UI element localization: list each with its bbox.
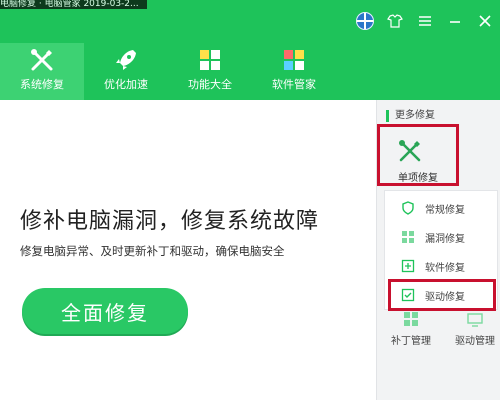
repair-submenu: 常规修复 漏洞修复 软件修复 驱动修复: [384, 190, 498, 311]
grid-icon: [200, 50, 220, 70]
management-row: 补丁管理 驱动管理: [388, 310, 498, 350]
menu-item-label: 软件修复: [425, 262, 465, 274]
minimize-icon[interactable]: [446, 12, 464, 30]
check-box-icon: [401, 288, 415, 302]
tab-features[interactable]: 功能大全: [168, 43, 252, 100]
menu-item-vulnerability-repair[interactable]: 漏洞修复: [391, 224, 493, 250]
full-repair-button[interactable]: 全面修复: [22, 288, 188, 334]
close-icon[interactable]: [476, 12, 494, 30]
rocket-icon: [116, 50, 136, 70]
menu-item-label: 漏洞修复: [425, 233, 465, 245]
globe-icon[interactable]: [356, 12, 374, 30]
tab-label: 软件管家: [272, 78, 316, 91]
tab-label: 优化加速: [104, 78, 148, 91]
window-caption: 电脑修复 · 电脑管家 2019-03-2...: [0, 0, 147, 9]
menu-icon[interactable]: [416, 12, 434, 30]
single-repair-button[interactable]: 单项修复: [377, 124, 459, 186]
page-headline: 修补电脑漏洞，修复系统故障: [20, 209, 320, 234]
single-repair-label: 单项修复: [398, 173, 438, 184]
driver-icon: [466, 310, 484, 328]
tab-system-repair[interactable]: 系统修复: [0, 43, 84, 100]
menu-item-driver-repair[interactable]: 驱动修复: [388, 279, 496, 311]
driver-management-button[interactable]: 驱动管理: [452, 310, 498, 350]
patch-management-button[interactable]: 补丁管理: [388, 310, 434, 350]
menu-item-software-repair[interactable]: 软件修复: [391, 253, 493, 279]
main-tabs: 系统修复 优化加速 功能大全 软件管家: [0, 43, 336, 100]
patch-management-label: 补丁管理: [391, 336, 431, 347]
menu-item-label: 驱动修复: [425, 291, 465, 303]
top-header: 电脑修复 · 电脑管家 2019-03-2... 系统修复 优化加速 功能大全 …: [0, 0, 500, 100]
tab-software[interactable]: 软件管家: [252, 43, 336, 100]
menu-item-label: 常规修复: [425, 204, 465, 216]
tab-label: 功能大全: [188, 78, 232, 91]
menu-item-regular-repair[interactable]: 常规修复: [391, 195, 493, 221]
tab-optimize[interactable]: 优化加速: [84, 43, 168, 100]
window-controls: [356, 10, 494, 32]
driver-management-label: 驱动管理: [455, 336, 495, 347]
plus-box-icon: [401, 259, 415, 273]
windows-icon: [401, 230, 415, 244]
shirt-icon[interactable]: [386, 12, 404, 30]
apps-icon: [284, 50, 304, 70]
shield-icon: [401, 201, 415, 215]
sidebar-title: 更多修复: [386, 110, 435, 122]
wrench-screwdriver-icon: [399, 140, 421, 162]
patch-icon: [402, 310, 420, 328]
wrench-screwdriver-icon: [31, 49, 53, 71]
tab-label: 系统修复: [20, 78, 64, 91]
page-subtitle: 修复电脑异常、及时更新补丁和驱动，确保电脑安全: [20, 244, 285, 258]
